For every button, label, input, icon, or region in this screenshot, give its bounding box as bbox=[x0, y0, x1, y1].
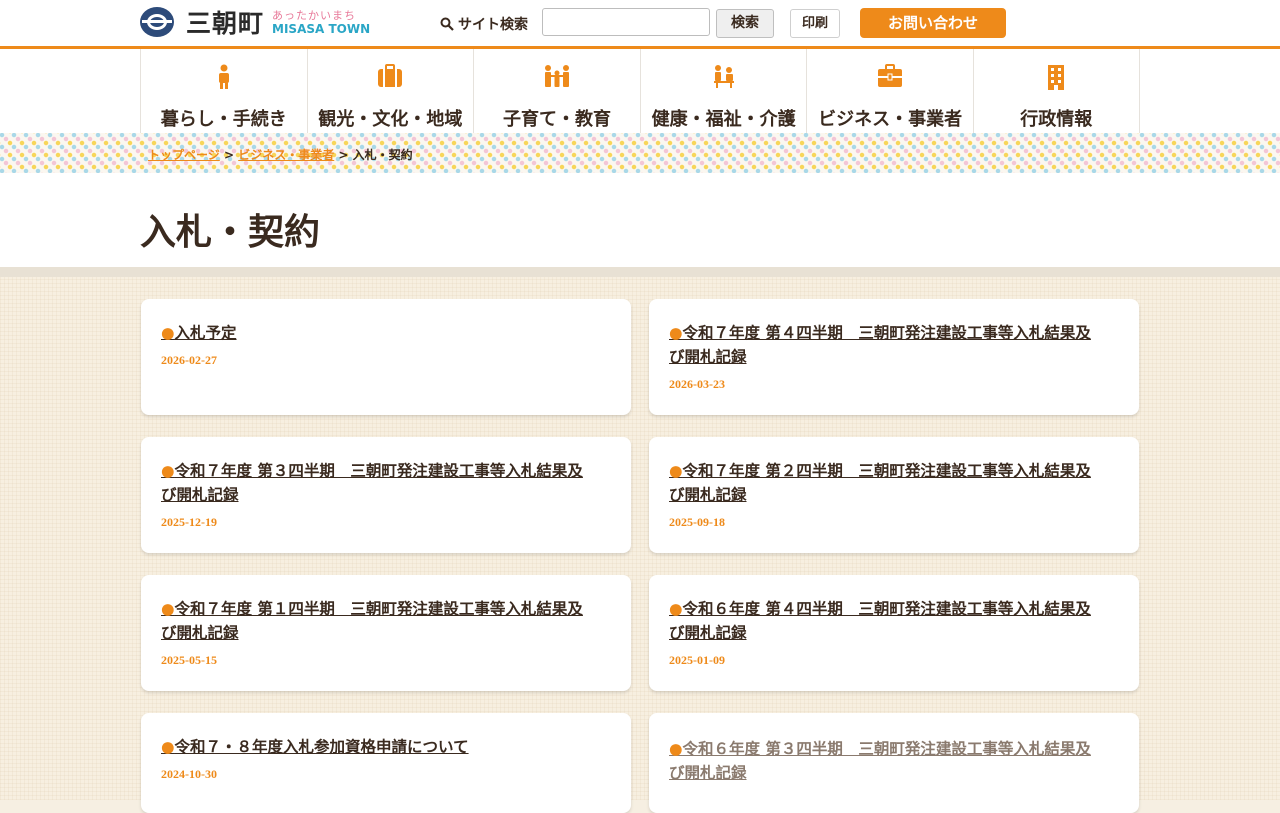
bullet-icon: ● bbox=[669, 600, 683, 618]
nav-item-administration[interactable]: 行政情報 bbox=[972, 49, 1140, 133]
nav-item-tourism[interactable]: 観光・文化・地域 bbox=[306, 49, 474, 133]
town-emblem-icon bbox=[140, 7, 174, 37]
list-item-title: 令和７年度 第４四半期 三朝町発注建設工事等入札結果及び開札記録 bbox=[669, 324, 1091, 366]
bullet-icon: ● bbox=[669, 462, 683, 480]
search-label-text: サイト検索 bbox=[458, 17, 528, 33]
list-item-link[interactable]: ●令和７年度 第２四半期 三朝町発注建設工事等入札結果及び開札記録 bbox=[669, 459, 1099, 507]
nav-item-label: 暮らし・手続き bbox=[160, 109, 287, 130]
list-item-link[interactable]: ●令和６年度 第３四半期 三朝町発注建設工事等入札結果及び開札記録 bbox=[669, 737, 1099, 785]
search-icon bbox=[440, 17, 454, 31]
page-title-area: 入札・契約 bbox=[0, 173, 1280, 267]
breadcrumb-link-top[interactable]: トップページ bbox=[148, 148, 220, 162]
list-item-date: 2026-02-27 bbox=[161, 353, 217, 367]
list-item-date: 2025-09-18 bbox=[669, 515, 725, 529]
list-item-title: 令和７年度 第２四半期 三朝町発注建設工事等入札結果及び開札記録 bbox=[669, 462, 1091, 504]
list-item[interactable]: ●令和７年度 第３四半期 三朝町発注建設工事等入札結果及び開札記録 2025-1… bbox=[141, 437, 631, 553]
logo-sub-hiragana: あったかいまち bbox=[272, 8, 357, 22]
list-item-link[interactable]: ●令和７年度 第３四半期 三朝町発注建設工事等入札結果及び開札記録 bbox=[161, 459, 591, 507]
list-item[interactable]: ●令和７・８年度入札参加資格申請について 2024-10-30 bbox=[141, 713, 631, 813]
list-item-date: 2026-03-23 bbox=[669, 377, 725, 391]
list-item[interactable]: ●令和７年度 第４四半期 三朝町発注建設工事等入札結果及び開札記録 2026-0… bbox=[649, 299, 1139, 415]
bullet-icon: ● bbox=[161, 462, 175, 480]
page-title: 入札・契約 bbox=[140, 212, 321, 253]
nav-item-label: 観光・文化・地域 bbox=[318, 109, 463, 130]
site-header: 三朝町 あったかいまち MISASA TOWN サイト検索 検索 印刷 お問い合… bbox=[0, 0, 1280, 49]
bullet-icon: ● bbox=[669, 324, 683, 342]
content-area: ●入札予定 2026-02-27 ●令和７年度 第４四半期 三朝町発注建設工事等… bbox=[0, 277, 1280, 813]
logo-sub-english: MISASA TOWN bbox=[272, 21, 371, 36]
list-item[interactable]: ●令和７年度 第２四半期 三朝町発注建設工事等入札結果及び開札記録 2025-0… bbox=[649, 437, 1139, 553]
breadcrumb-current: 入札・契約 bbox=[352, 148, 413, 162]
logo-subtitle: あったかいまち MISASA TOWN bbox=[272, 10, 370, 35]
search-input[interactable] bbox=[542, 8, 710, 36]
nav-item-business[interactable]: ビジネス・事業者 bbox=[806, 49, 973, 133]
list-item[interactable]: ●令和７年度 第１四半期 三朝町発注建設工事等入札結果及び開札記録 2025-0… bbox=[141, 575, 631, 691]
list-item-title: 令和７・８年度入札参加資格申請について bbox=[174, 738, 469, 756]
list-item-title: 令和６年度 第３四半期 三朝町発注建設工事等入札結果及び開札記録 bbox=[669, 740, 1091, 782]
logo-name: 三朝町 bbox=[186, 9, 265, 38]
search-button[interactable]: 検索 bbox=[716, 9, 774, 38]
nav-item-living[interactable]: 暮らし・手続き bbox=[140, 49, 307, 133]
nav-item-label: 子育て・教育 bbox=[502, 109, 611, 130]
list-item[interactable]: ●令和６年度 第３四半期 三朝町発注建設工事等入札結果及び開札記録 bbox=[649, 713, 1139, 813]
list-item-date: 2024-10-30 bbox=[161, 767, 217, 781]
list-item-link[interactable]: ●令和７年度 第１四半期 三朝町発注建設工事等入札結果及び開札記録 bbox=[161, 597, 591, 645]
breadcrumb-link-business[interactable]: ビジネス・事業者 bbox=[238, 148, 334, 162]
suitcase-icon bbox=[378, 64, 403, 87]
list-item-date: 2025-05-15 bbox=[161, 653, 217, 667]
breadcrumb-separator: > bbox=[338, 148, 349, 162]
list-item-title: 令和７年度 第１四半期 三朝町発注建設工事等入札結果及び開札記録 bbox=[161, 600, 583, 642]
list-item-title: 令和６年度 第４四半期 三朝町発注建設工事等入札結果及び開札記録 bbox=[669, 600, 1091, 642]
list-item-title: 令和７年度 第３四半期 三朝町発注建設工事等入札結果及び開札記録 bbox=[161, 462, 583, 504]
care-icon bbox=[713, 65, 734, 88]
family-icon bbox=[544, 65, 569, 87]
nav-item-label: 行政情報 bbox=[1020, 109, 1093, 130]
site-logo[interactable]: 三朝町 あったかいまち MISASA TOWN bbox=[140, 6, 370, 38]
list-item-title: 入札予定 bbox=[174, 324, 237, 342]
breadcrumb-band: トップページ > ビジネス・事業者 > 入札・契約 bbox=[0, 133, 1280, 173]
list-item-link[interactable]: ●令和６年度 第４四半期 三朝町発注建設工事等入札結果及び開札記録 bbox=[669, 597, 1099, 645]
global-nav: 暮らし・手続き 観光・文化・地域 子育て・教育 健康・福祉・介護 ビジネス・事業… bbox=[140, 49, 1140, 133]
search-label: サイト検索 bbox=[440, 14, 528, 34]
bullet-icon: ● bbox=[669, 740, 683, 758]
nav-item-label: 健康・福祉・介護 bbox=[651, 109, 796, 130]
breadcrumb: トップページ > ビジネス・事業者 > 入札・契約 bbox=[148, 146, 413, 163]
building-icon bbox=[1048, 65, 1065, 90]
list-item-link[interactable]: ●入札予定 bbox=[161, 321, 591, 345]
nav-item-health[interactable]: 健康・福祉・介護 bbox=[639, 49, 807, 133]
list-item-link[interactable]: ●令和７年度 第４四半期 三朝町発注建設工事等入札結果及び開札記録 bbox=[669, 321, 1099, 369]
nav-item-label: ビジネス・事業者 bbox=[818, 109, 963, 130]
contact-button[interactable]: お問い合わせ bbox=[860, 8, 1006, 38]
bullet-icon: ● bbox=[161, 324, 175, 342]
breadcrumb-separator: > bbox=[223, 148, 235, 162]
bullet-icon: ● bbox=[161, 738, 175, 756]
nav-item-childcare[interactable]: 子育て・教育 bbox=[473, 49, 640, 133]
list-item[interactable]: ●令和６年度 第４四半期 三朝町発注建設工事等入札結果及び開札記録 2025-0… bbox=[649, 575, 1139, 691]
list-item-link[interactable]: ●令和７・８年度入札参加資格申請について bbox=[161, 735, 591, 759]
title-divider bbox=[0, 267, 1280, 277]
print-button[interactable]: 印刷 bbox=[790, 9, 840, 38]
bullet-icon: ● bbox=[161, 600, 175, 618]
briefcase-icon bbox=[878, 64, 903, 87]
list-item-date: 2025-12-19 bbox=[161, 515, 217, 529]
list-item[interactable]: ●入札予定 2026-02-27 bbox=[141, 299, 631, 415]
list-item-date: 2025-01-09 bbox=[669, 653, 725, 667]
person-icon bbox=[218, 64, 229, 89]
